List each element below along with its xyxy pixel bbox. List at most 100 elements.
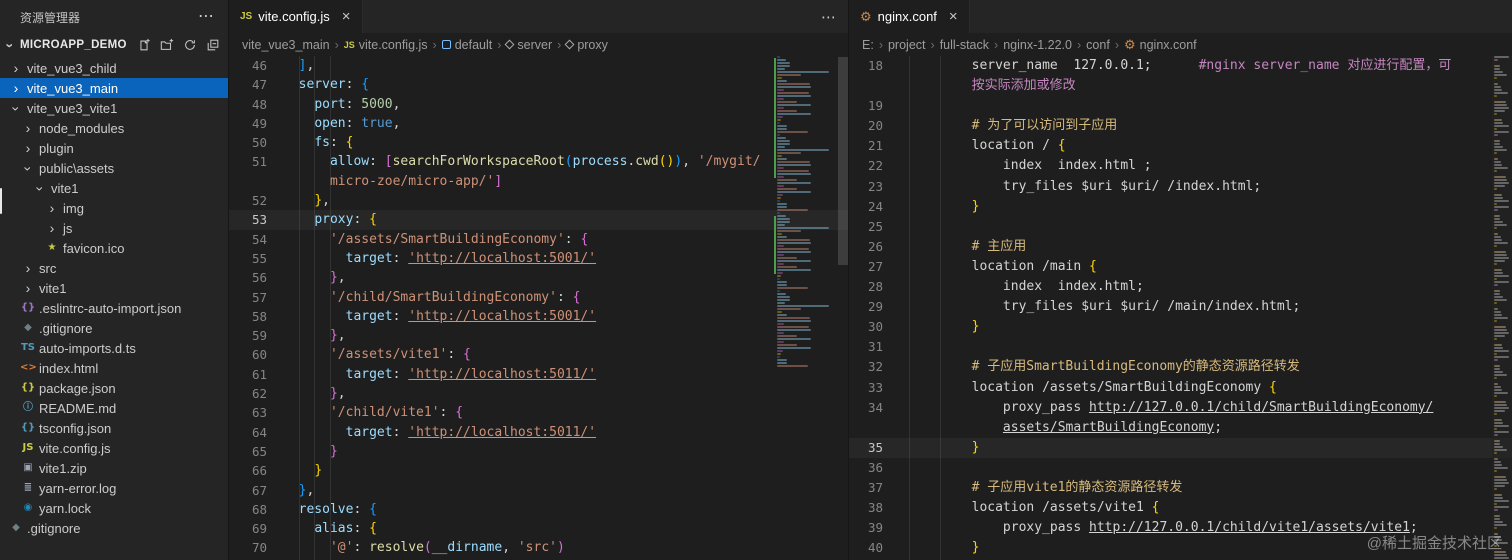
tree-file-index-html[interactable]: <> index.html — [0, 358, 228, 378]
tree-file-readme-md[interactable]: ⓘ README.md — [0, 398, 228, 418]
line-number[interactable]: 58 — [229, 307, 283, 326]
breadcrumb-item-vite-vue3-main[interactable]: vite_vue3_main — [242, 38, 330, 52]
tree-folder-vite1[interactable]: › vite1 — [0, 278, 228, 298]
line-number[interactable]: 47 — [229, 75, 283, 94]
line-number[interactable]: 37 — [849, 478, 895, 498]
line-number[interactable]: 28 — [849, 277, 895, 297]
code-editor-nginx-conf[interactable]: 18 server_name 127.0.0.1; #nginx server_… — [849, 56, 1512, 560]
line-number[interactable]: 69 — [229, 519, 283, 538]
code-line-53[interactable]: 53 proxy: { — [229, 210, 848, 230]
line-number[interactable]: 40 — [849, 538, 895, 558]
code-line-48[interactable]: 48 port: 5000, — [229, 95, 848, 114]
line-number[interactable]: 19 — [849, 96, 895, 116]
code-line-26[interactable]: 26 # 主应用 — [849, 237, 1512, 257]
tree-file-yarn-lock[interactable]: ◉ yarn.lock — [0, 498, 228, 518]
line-number[interactable]: 52 — [229, 191, 283, 210]
code-line-37[interactable]: 37 # 子应用vite1的静态资源路径转发 — [849, 478, 1512, 498]
line-number[interactable]: 18 — [849, 56, 895, 76]
breadcrumb-item-default[interactable]: default — [441, 38, 492, 52]
code-line-51[interactable]: 51 allow: [searchForWorkspaceRoot(proces… — [229, 152, 848, 171]
line-number[interactable]: 24 — [849, 197, 895, 217]
code-line-50[interactable]: 50 fs: { — [229, 133, 848, 152]
code-line-40[interactable]: 40 } — [849, 538, 1512, 558]
breadcrumb-item-nginx-conf[interactable]: ⚙ nginx.conf — [1124, 38, 1197, 52]
tree-folder-plugin[interactable]: › plugin — [0, 138, 228, 158]
line-number[interactable]: 54 — [229, 230, 283, 249]
tree-folder-img[interactable]: › img — [0, 198, 228, 218]
line-number[interactable]: 25 — [849, 217, 895, 237]
code-line-49[interactable]: 49 open: true, — [229, 114, 848, 133]
code-line-34[interactable]: 34 proxy_pass http://127.0.0.1/child/Sma… — [849, 398, 1512, 418]
editor-more-actions-icon[interactable]: ⋯ — [821, 8, 836, 26]
code-line-70[interactable]: 70 '@': resolve(__dirname, 'src') — [229, 538, 848, 557]
tree-file-package-json[interactable]: {} package.json — [0, 378, 228, 398]
code-line-60[interactable]: 60 '/assets/vite1': { — [229, 345, 848, 364]
tree-file-auto-imports-d-ts[interactable]: TS auto-imports.d.ts — [0, 338, 228, 358]
code-line-61[interactable]: 61 target: 'http://localhost:5011/' — [229, 365, 848, 384]
code-line-56[interactable]: 56 }, — [229, 268, 848, 287]
line-number[interactable]: 50 — [229, 133, 283, 152]
line-number[interactable]: 23 — [849, 177, 895, 197]
tree-folder-src[interactable]: › src — [0, 258, 228, 278]
tab-nginx-conf[interactable]: ⚙ nginx.conf × — [849, 0, 970, 33]
code-line-36[interactable]: 36 — [849, 458, 1512, 478]
code-line-wrap[interactable]: micro-zoe/micro-app/'] — [229, 172, 848, 191]
line-number[interactable]: 66 — [229, 461, 283, 480]
code-line-20[interactable]: 20 # 为了可以访问到子应用 — [849, 116, 1512, 136]
line-number[interactable]: 65 — [229, 442, 283, 461]
code-line-18[interactable]: 18 server_name 127.0.0.1; #nginx server_… — [849, 56, 1512, 76]
line-number[interactable]: 21 — [849, 136, 895, 156]
collapse-all-icon[interactable] — [206, 38, 220, 52]
line-number[interactable]: 32 — [849, 357, 895, 377]
code-line-28[interactable]: 28 index index.html; — [849, 277, 1512, 297]
tree-file-favicon-ico[interactable]: ★ favicon.ico — [0, 238, 228, 258]
breadcrumb-item-project[interactable]: project — [888, 38, 926, 52]
code-line-63[interactable]: 63 '/child/vite1': { — [229, 403, 848, 422]
line-number[interactable]: 61 — [229, 365, 283, 384]
line-number[interactable]: 48 — [229, 95, 283, 114]
code-line-wrap[interactable]: assets/SmartBuildingEconomy; — [849, 418, 1512, 438]
line-number[interactable]: 59 — [229, 326, 283, 345]
line-number[interactable]: 62 — [229, 384, 283, 403]
code-line-27[interactable]: 27 location /main { — [849, 257, 1512, 277]
line-number[interactable]: 63 — [229, 403, 283, 422]
line-number[interactable]: 68 — [229, 500, 283, 519]
tab-vite-config-js[interactable]: JS vite.config.js × — [229, 0, 363, 33]
breadcrumb-item-conf[interactable]: conf — [1086, 38, 1110, 52]
tree-folder-vite-vue3-vite1[interactable]: › vite_vue3_vite1 — [0, 98, 228, 118]
refresh-icon[interactable] — [183, 38, 197, 52]
tree-file-gitignore[interactable]: ◆ .gitignore — [0, 518, 228, 538]
line-number[interactable]: 38 — [849, 498, 895, 518]
line-number[interactable]: 64 — [229, 423, 283, 442]
code-line-19[interactable]: 19 — [849, 96, 1512, 116]
code-line-64[interactable]: 64 target: 'http://localhost:5011/' — [229, 423, 848, 442]
line-number[interactable]: 29 — [849, 297, 895, 317]
breadcrumb-item-proxy[interactable]: proxy — [564, 38, 608, 52]
line-number[interactable]: 67 — [229, 481, 283, 500]
code-line-54[interactable]: 54 '/assets/SmartBuildingEconomy': { — [229, 230, 848, 249]
line-number[interactable]: 26 — [849, 237, 895, 257]
line-number[interactable] — [229, 172, 283, 191]
tree-folder-node-modules[interactable]: › node_modules — [0, 118, 228, 138]
minimap[interactable] — [774, 56, 838, 560]
tree-folder-vite-vue3-child[interactable]: › vite_vue3_child — [0, 58, 228, 78]
code-line-59[interactable]: 59 }, — [229, 326, 848, 345]
code-editor-vite-config[interactable]: 46 ], 47 server: {48 port: 5000, 49 open: … — [229, 56, 848, 560]
tree-file-eslintrc-auto-import-json[interactable]: {} .eslintrc-auto-import.json — [0, 298, 228, 318]
line-number[interactable]: 70 — [229, 538, 283, 557]
code-line-69[interactable]: 69 alias: { — [229, 519, 848, 538]
close-icon[interactable]: × — [949, 8, 958, 25]
line-number[interactable]: 35 — [849, 438, 895, 458]
breadcrumb-item-server[interactable]: server — [504, 38, 552, 52]
code-line-68[interactable]: 68 resolve: { — [229, 500, 848, 519]
tree-folder-js[interactable]: › js — [0, 218, 228, 238]
code-line-29[interactable]: 29 try_files $uri $uri/ /main/index.html… — [849, 297, 1512, 317]
tree-folder-vite-vue3-main[interactable]: › vite_vue3_main — [0, 78, 228, 98]
new-file-icon[interactable] — [137, 38, 151, 52]
tree-file-vite1-zip[interactable]: ▣ vite1.zip — [0, 458, 228, 478]
code-line-33[interactable]: 33 location /assets/SmartBuildingEconomy… — [849, 378, 1512, 398]
line-number[interactable]: 46 — [229, 56, 283, 75]
overview-ruler[interactable] — [1492, 56, 1512, 560]
code-line-47[interactable]: 47 server: { — [229, 75, 848, 94]
code-line-22[interactable]: 22 index index.html ; — [849, 156, 1512, 176]
